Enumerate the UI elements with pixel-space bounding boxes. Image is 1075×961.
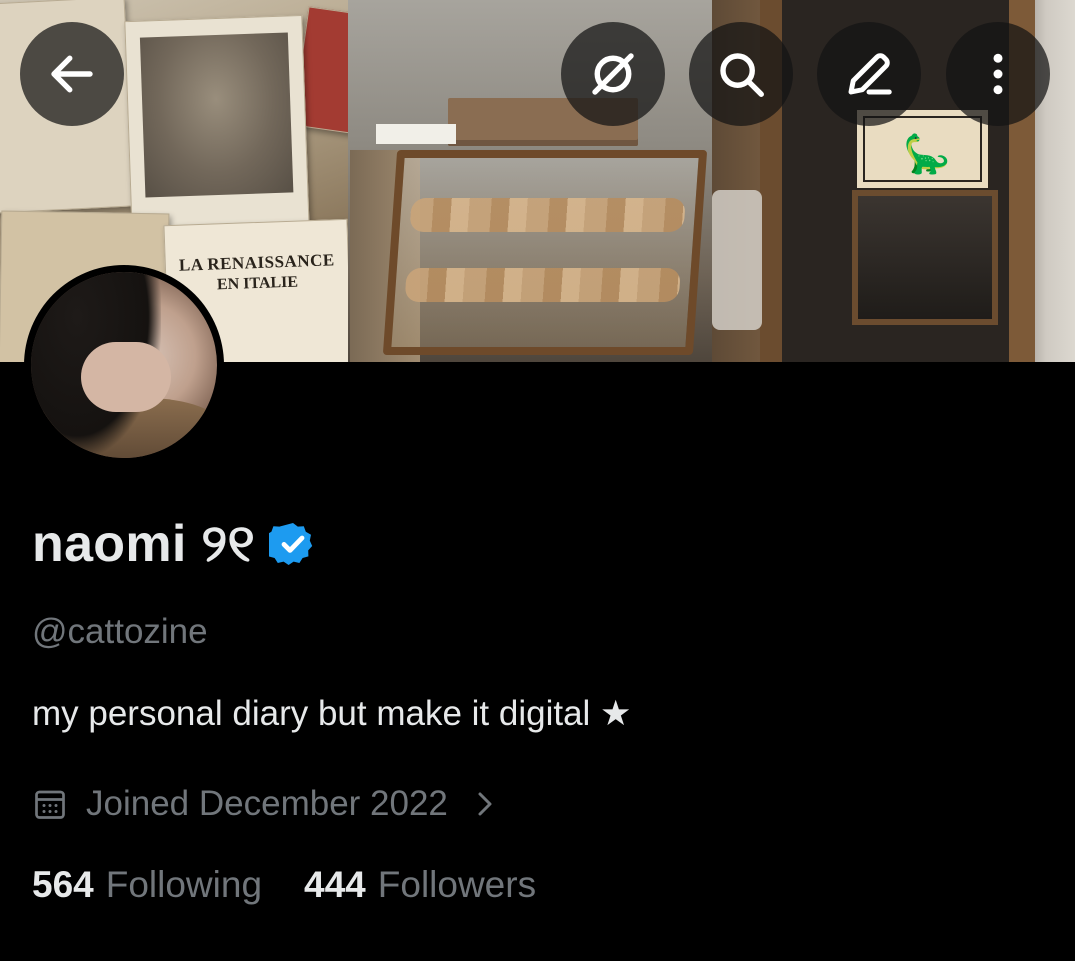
avatar[interactable] — [24, 265, 224, 465]
username-handle: @cattozine — [32, 612, 208, 651]
verified-badge-icon[interactable] — [268, 520, 317, 568]
more-button[interactable] — [946, 22, 1050, 126]
back-button[interactable] — [20, 22, 124, 126]
profile-name-row: naomi ୨୧ — [32, 512, 317, 576]
wall-bag — [712, 190, 762, 330]
bagel-display-case — [382, 150, 708, 355]
book-cover-engraving — [124, 14, 310, 237]
napkin — [376, 124, 456, 144]
joined-date-row[interactable]: Joined December 2022 — [32, 780, 500, 828]
following-label: Following — [105, 864, 263, 905]
follow-stats: 564 Following 444 Followers — [32, 864, 536, 906]
edit-button[interactable] — [817, 22, 921, 126]
more-vertical-icon — [993, 53, 1003, 95]
display-name: naomi ୨୧ — [32, 514, 255, 573]
calendar-icon — [35, 790, 65, 819]
followers-label: Followers — [377, 864, 537, 905]
joined-date: Joined December 2022 — [86, 784, 448, 823]
door-window — [852, 190, 998, 325]
search-icon — [720, 53, 764, 97]
edit-icon — [848, 53, 892, 95]
avatar-image — [31, 272, 217, 458]
following-count: 564 — [32, 864, 94, 905]
grok-icon — [592, 53, 634, 95]
grok-button[interactable] — [561, 22, 665, 126]
profile-bio: my personal diary but make it digital ★ — [32, 694, 632, 733]
dino-drawing-icon: 🦕 — [903, 132, 951, 176]
followers-link[interactable]: 444 Followers — [304, 864, 536, 906]
followers-count: 444 — [304, 864, 366, 905]
search-button[interactable] — [689, 22, 793, 126]
arrow-left-icon — [51, 55, 93, 93]
following-link[interactable]: 564 Following — [32, 864, 262, 906]
chevron-right-icon — [478, 792, 492, 816]
